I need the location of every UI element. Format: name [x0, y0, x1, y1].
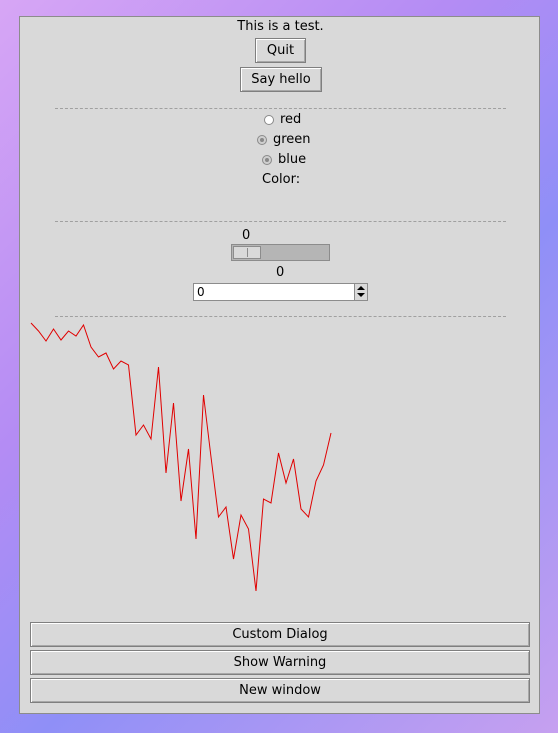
header-label: This is a test. — [237, 19, 324, 34]
scale-thumb[interactable] — [233, 246, 261, 259]
show-warning-button[interactable]: Show Warning — [30, 650, 530, 675]
scale-value-label: 0 — [242, 228, 251, 243]
radio-red[interactable]: red — [264, 112, 301, 127]
radio-indicator-red[interactable] — [264, 114, 274, 125]
value-spinbox[interactable] — [193, 283, 368, 301]
radio-indicator-blue[interactable] — [262, 154, 272, 165]
quit-button[interactable]: Quit — [255, 38, 306, 63]
spin-up-arrow-icon[interactable] — [357, 286, 365, 290]
say-hello-button[interactable]: Say hello — [240, 67, 322, 92]
spin-down-arrow-icon[interactable] — [357, 293, 365, 297]
radio-label-blue: blue — [278, 152, 307, 167]
color-label: Color: — [262, 172, 301, 187]
scale-value-below: 0 — [276, 265, 285, 280]
radio-label-green: green — [273, 132, 311, 147]
new-window-button[interactable]: New window — [30, 678, 530, 703]
plot-canvas — [30, 322, 332, 592]
radio-blue[interactable]: blue — [262, 152, 306, 167]
plot-line — [30, 322, 332, 592]
scale-slider[interactable] — [231, 244, 330, 261]
custom-dialog-button[interactable]: Custom Dialog — [30, 622, 530, 647]
spinbox-input[interactable] — [195, 284, 354, 300]
radio-label-red: red — [280, 112, 302, 127]
separator-1 — [55, 108, 506, 109]
spinbox-arrows[interactable] — [354, 284, 367, 300]
radio-green[interactable]: green — [257, 132, 311, 147]
main-window: This is a test. Quit Say hello red green… — [19, 16, 540, 714]
separator-2 — [55, 221, 506, 222]
radio-indicator-green[interactable] — [257, 134, 267, 145]
